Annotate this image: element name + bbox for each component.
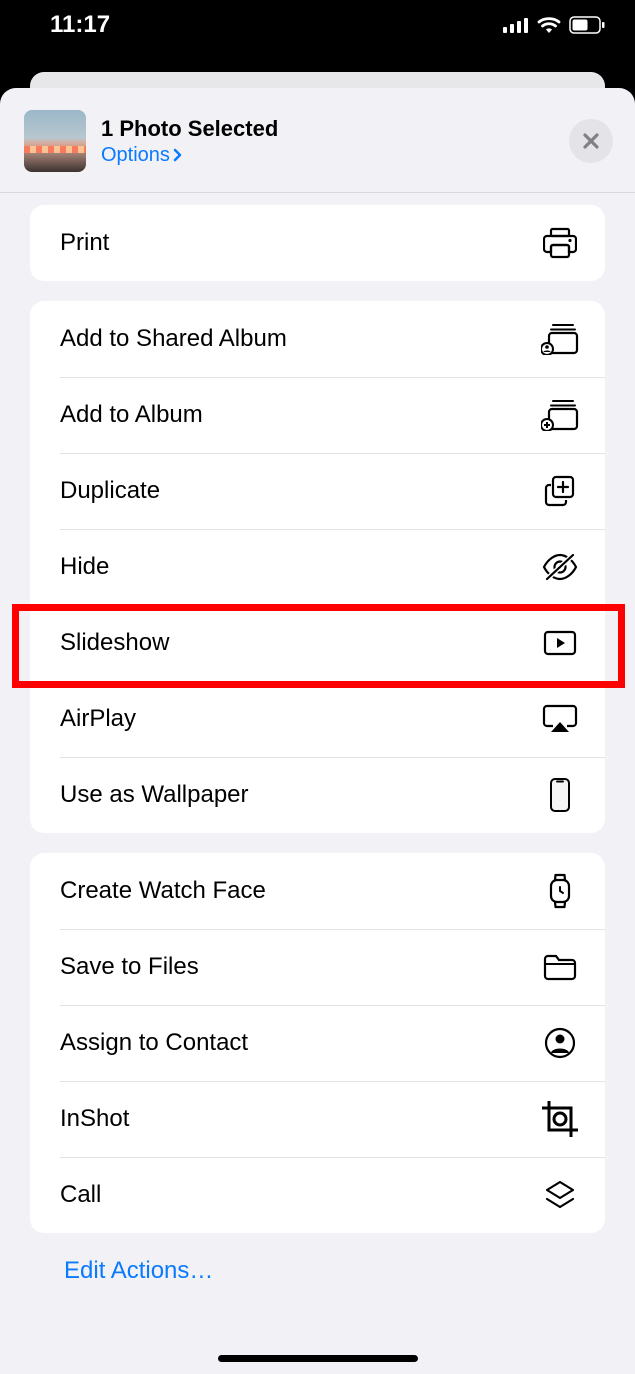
action-group: Create Watch Face Save to Files Assign t… bbox=[30, 853, 605, 1233]
action-inshot[interactable]: InShot bbox=[30, 1081, 605, 1157]
status-bar: 11:17 bbox=[0, 0, 635, 50]
options-button[interactable]: Options bbox=[101, 144, 569, 167]
eye-slash-icon bbox=[540, 547, 580, 587]
action-label: Save to Files bbox=[60, 953, 199, 981]
folder-icon bbox=[540, 947, 580, 987]
action-label: Duplicate bbox=[60, 477, 160, 505]
close-button[interactable] bbox=[569, 119, 613, 163]
action-label: Add to Album bbox=[60, 401, 203, 429]
action-hide[interactable]: Hide bbox=[30, 529, 605, 605]
action-add-album[interactable]: Add to Album bbox=[30, 377, 605, 453]
action-label: Slideshow bbox=[60, 629, 169, 657]
inshot-icon bbox=[540, 1099, 580, 1139]
contact-icon bbox=[540, 1023, 580, 1063]
action-label: Assign to Contact bbox=[60, 1029, 248, 1057]
action-label: AirPlay bbox=[60, 705, 136, 733]
wifi-icon bbox=[537, 16, 561, 34]
action-group: Print bbox=[30, 205, 605, 281]
play-box-icon bbox=[540, 623, 580, 663]
action-assign-contact[interactable]: Assign to Contact bbox=[30, 1005, 605, 1081]
phone-icon bbox=[540, 775, 580, 815]
action-label: Use as Wallpaper bbox=[60, 781, 249, 809]
cellular-icon bbox=[503, 17, 529, 33]
header-title: 1 Photo Selected bbox=[101, 116, 569, 142]
chevron-right-icon bbox=[173, 148, 183, 162]
printer-icon bbox=[540, 223, 580, 263]
home-indicator[interactable] bbox=[218, 1355, 418, 1362]
edit-actions-button[interactable]: Edit Actions… bbox=[30, 1233, 605, 1285]
action-watch-face[interactable]: Create Watch Face bbox=[30, 853, 605, 929]
actions-list[interactable]: Print Add to Shared Album Add to Album bbox=[0, 193, 635, 1374]
photo-thumbnail[interactable] bbox=[24, 110, 86, 172]
layers-icon bbox=[540, 1175, 580, 1215]
action-label: InShot bbox=[60, 1105, 129, 1133]
action-label: Call bbox=[60, 1181, 101, 1209]
action-label: Hide bbox=[60, 553, 109, 581]
action-airplay[interactable]: AirPlay bbox=[30, 681, 605, 757]
album-plus-icon bbox=[540, 395, 580, 435]
watch-icon bbox=[540, 871, 580, 911]
shared-album-icon bbox=[540, 319, 580, 359]
action-label: Create Watch Face bbox=[60, 877, 266, 905]
action-print[interactable]: Print bbox=[30, 205, 605, 281]
battery-icon bbox=[569, 16, 605, 34]
action-duplicate[interactable]: Duplicate bbox=[30, 453, 605, 529]
action-slideshow[interactable]: Slideshow bbox=[30, 605, 605, 681]
action-wallpaper[interactable]: Use as Wallpaper bbox=[30, 757, 605, 833]
duplicate-icon bbox=[540, 471, 580, 511]
action-add-shared-album[interactable]: Add to Shared Album bbox=[30, 301, 605, 377]
status-icons bbox=[503, 16, 605, 34]
action-group: Add to Shared Album Add to Album Duplica… bbox=[30, 301, 605, 833]
action-call[interactable]: Call bbox=[30, 1157, 605, 1233]
sheet-header: 1 Photo Selected Options bbox=[0, 88, 635, 193]
share-sheet: 1 Photo Selected Options Print Add to Sh… bbox=[0, 88, 635, 1374]
status-time: 11:17 bbox=[50, 11, 110, 39]
action-label: Print bbox=[60, 229, 109, 257]
close-icon bbox=[582, 132, 600, 150]
airplay-icon bbox=[540, 699, 580, 739]
action-save-files[interactable]: Save to Files bbox=[30, 929, 605, 1005]
options-label: Options bbox=[101, 144, 170, 167]
action-label: Add to Shared Album bbox=[60, 325, 287, 353]
